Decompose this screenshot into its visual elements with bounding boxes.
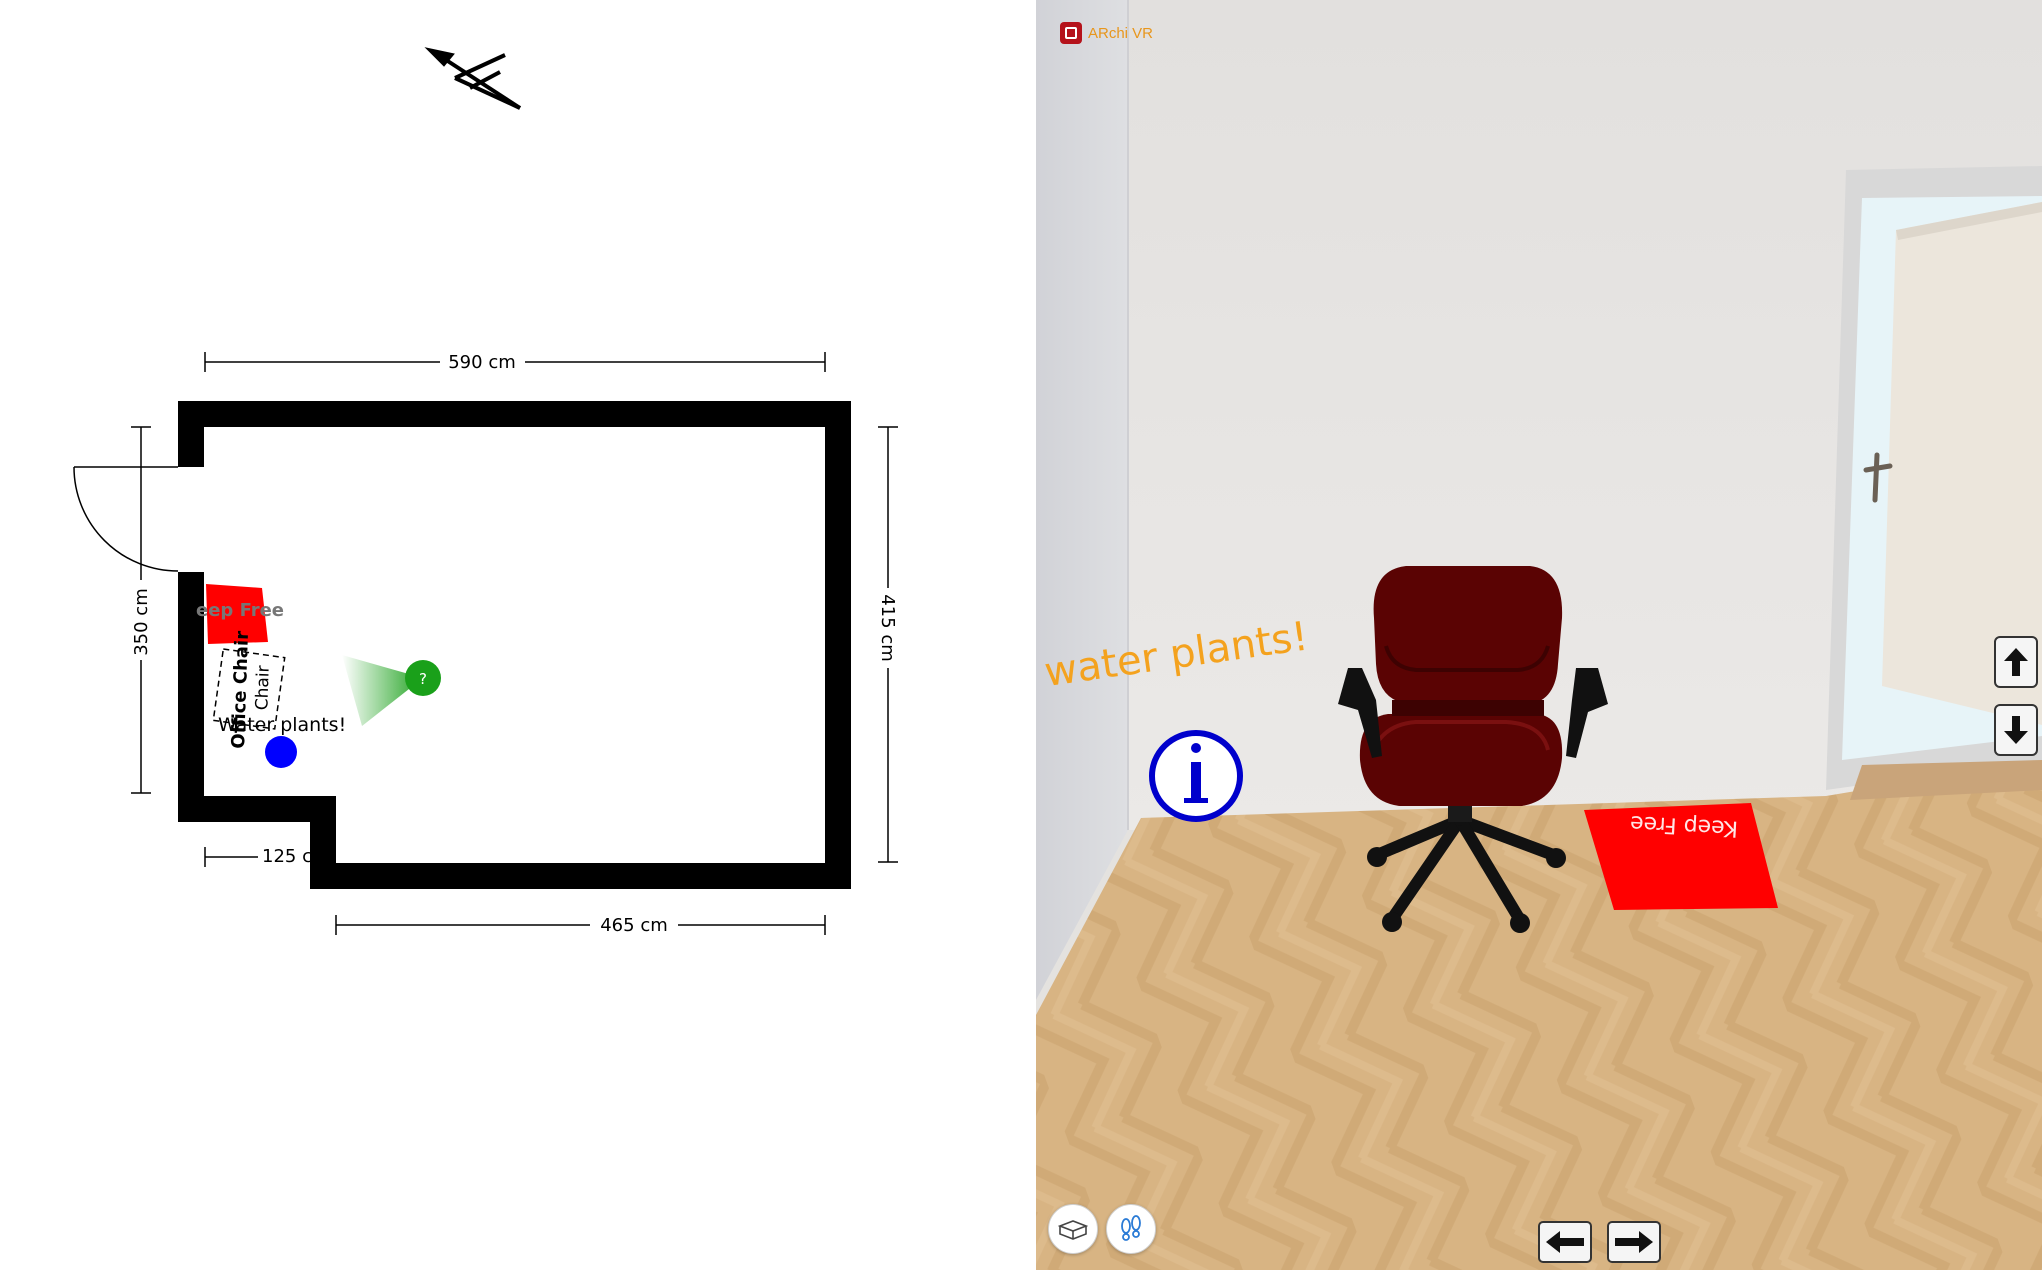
camera-symbol: ? [419, 670, 427, 688]
app-name: ARchi VR [1088, 24, 1154, 42]
position-marker[interactable] [265, 736, 297, 768]
walls [178, 401, 851, 889]
move-up-button[interactable] [1994, 636, 2038, 688]
dimension-bottom-label: 465 cm [600, 915, 668, 936]
move-down-button[interactable] [1994, 704, 2038, 756]
box-mode-button[interactable] [1048, 1204, 1098, 1254]
arrow-up-icon [2004, 648, 2028, 676]
chair-label: Chair [252, 665, 274, 710]
app-badge: ARchi VR [1060, 22, 1153, 44]
door-symbol [73, 466, 179, 572]
dimension-step-label: 125 c [262, 846, 312, 867]
north-arrow-icon [424, 47, 522, 110]
camera-viewpoint[interactable]: ? [342, 655, 441, 726]
keep-free-label: eep Free [196, 600, 284, 621]
arrow-right-icon [1615, 1231, 1653, 1253]
ar-view-panel[interactable]: Keep Free ARchi VR water plants! [1036, 0, 2042, 1270]
floor-plan-panel: 590 cm 415 cm 350 cm 125 c 465 cm eep Fr… [0, 0, 1036, 1270]
walk-mode-button[interactable] [1106, 1204, 1156, 1254]
arrow-down-icon [2004, 716, 2028, 744]
dimension-right-label: 415 cm [877, 594, 898, 662]
arrow-left-icon [1546, 1231, 1584, 1253]
dimension-top-label: 590 cm [448, 352, 516, 373]
archi-vr-logo-icon [1060, 22, 1082, 44]
box-icon [1058, 1220, 1088, 1240]
water-plants-note[interactable]: Water plants! [218, 714, 346, 736]
turn-left-button[interactable] [1538, 1221, 1592, 1263]
keep-free-zone-3d[interactable]: Keep Free [1584, 803, 1778, 910]
floor-plan-canvas: 590 cm 415 cm 350 cm 125 c 465 cm eep Fr… [73, 47, 898, 936]
dimension-left-label: 350 cm [131, 588, 152, 656]
info-icon[interactable] [1149, 730, 1243, 822]
footprints-icon [1121, 1215, 1141, 1241]
turn-right-button[interactable] [1607, 1221, 1661, 1263]
